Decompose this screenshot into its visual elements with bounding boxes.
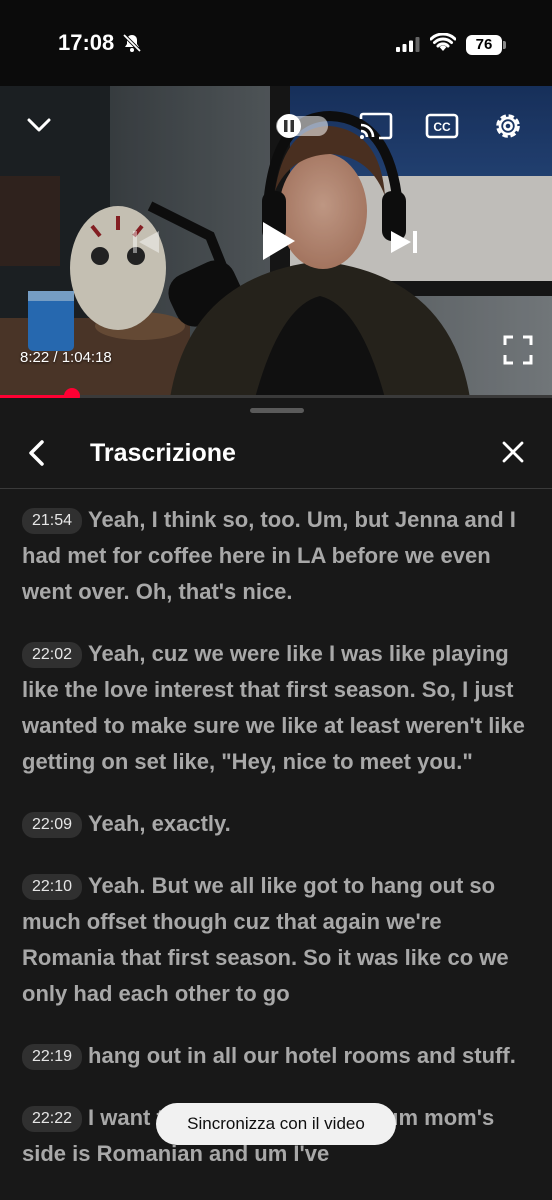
play-icon[interactable]: [255, 216, 301, 266]
fullscreen-icon[interactable]: [500, 332, 536, 368]
segment-timestamp[interactable]: 22:02: [22, 642, 83, 668]
time-separator: /: [49, 349, 62, 366]
close-icon[interactable]: [500, 439, 528, 467]
transcript-segments: 21:54 Yeah, I think so, too. Um, but Jenn…: [22, 502, 532, 1198]
transcript-segment[interactable]: 22:10 Yeah. But we all like got to hang o…: [22, 868, 532, 1012]
bell-slash-icon: [122, 33, 142, 58]
transcript-title: Trascrizione: [90, 439, 236, 467]
previous-icon[interactable]: [128, 224, 164, 260]
status-bar: 17:08 76: [0, 0, 552, 86]
segment-timestamp[interactable]: 22:22: [22, 1106, 83, 1132]
current-time: 8:22: [20, 349, 50, 366]
header-divider: [0, 488, 552, 489]
back-arrow-icon[interactable]: [24, 438, 52, 468]
segment-timestamp[interactable]: 22:19: [22, 1044, 83, 1070]
transcript-segment[interactable]: 21:54 Yeah, I think so, too. Um, but Jenn…: [22, 502, 532, 610]
time-readout: 8:22 / 1:04:18: [20, 349, 112, 366]
svg-text:CC: CC: [433, 120, 451, 134]
cellular-signal-icon: [396, 36, 422, 57]
video-player[interactable]: CC 8:22 / 1:04:18: [0, 86, 552, 398]
battery-indicator: 76: [466, 35, 506, 55]
drag-handle[interactable]: [250, 408, 304, 413]
transcript-header: Trascrizione: [0, 422, 552, 486]
segment-timestamp[interactable]: 21:54: [22, 508, 83, 534]
segment-text: Yeah, cuz we were like I was like playin…: [22, 641, 525, 774]
segment-timestamp[interactable]: 22:09: [22, 812, 83, 838]
captions-icon[interactable]: CC: [424, 110, 460, 142]
transcript-panel: Trascrizione 21:54 Yeah, I think so, too.…: [0, 398, 552, 1200]
total-time: 1:04:18: [61, 349, 112, 366]
transcript-segment[interactable]: 22:19 hang out in all our hotel rooms and…: [22, 1038, 532, 1074]
transcript-segment[interactable]: 22:02 Yeah, cuz we were like I was like p…: [22, 636, 532, 780]
segment-text: Yeah, I think so, too. Um, but Jenna and…: [22, 507, 516, 604]
minimize-chevron-down-icon[interactable]: [24, 110, 54, 140]
autoplay-toggle-icon[interactable]: [276, 114, 328, 138]
segment-text: Yeah, exactly.: [88, 811, 231, 836]
transcript-segment[interactable]: 22:09 Yeah, exactly.: [22, 806, 532, 842]
status-time: 17:08: [58, 30, 115, 55]
segment-timestamp[interactable]: 22:10: [22, 874, 83, 900]
next-icon[interactable]: [386, 224, 422, 260]
segment-text: Yeah. But we all like got to hang out so…: [22, 873, 509, 1006]
cast-icon[interactable]: [358, 110, 394, 142]
segment-text: hang out in all our hotel rooms and stuf…: [88, 1043, 516, 1068]
settings-gear-icon[interactable]: [490, 108, 526, 144]
wifi-icon: [429, 32, 457, 58]
sync-with-video-button[interactable]: Sincronizza con il video: [156, 1103, 396, 1145]
